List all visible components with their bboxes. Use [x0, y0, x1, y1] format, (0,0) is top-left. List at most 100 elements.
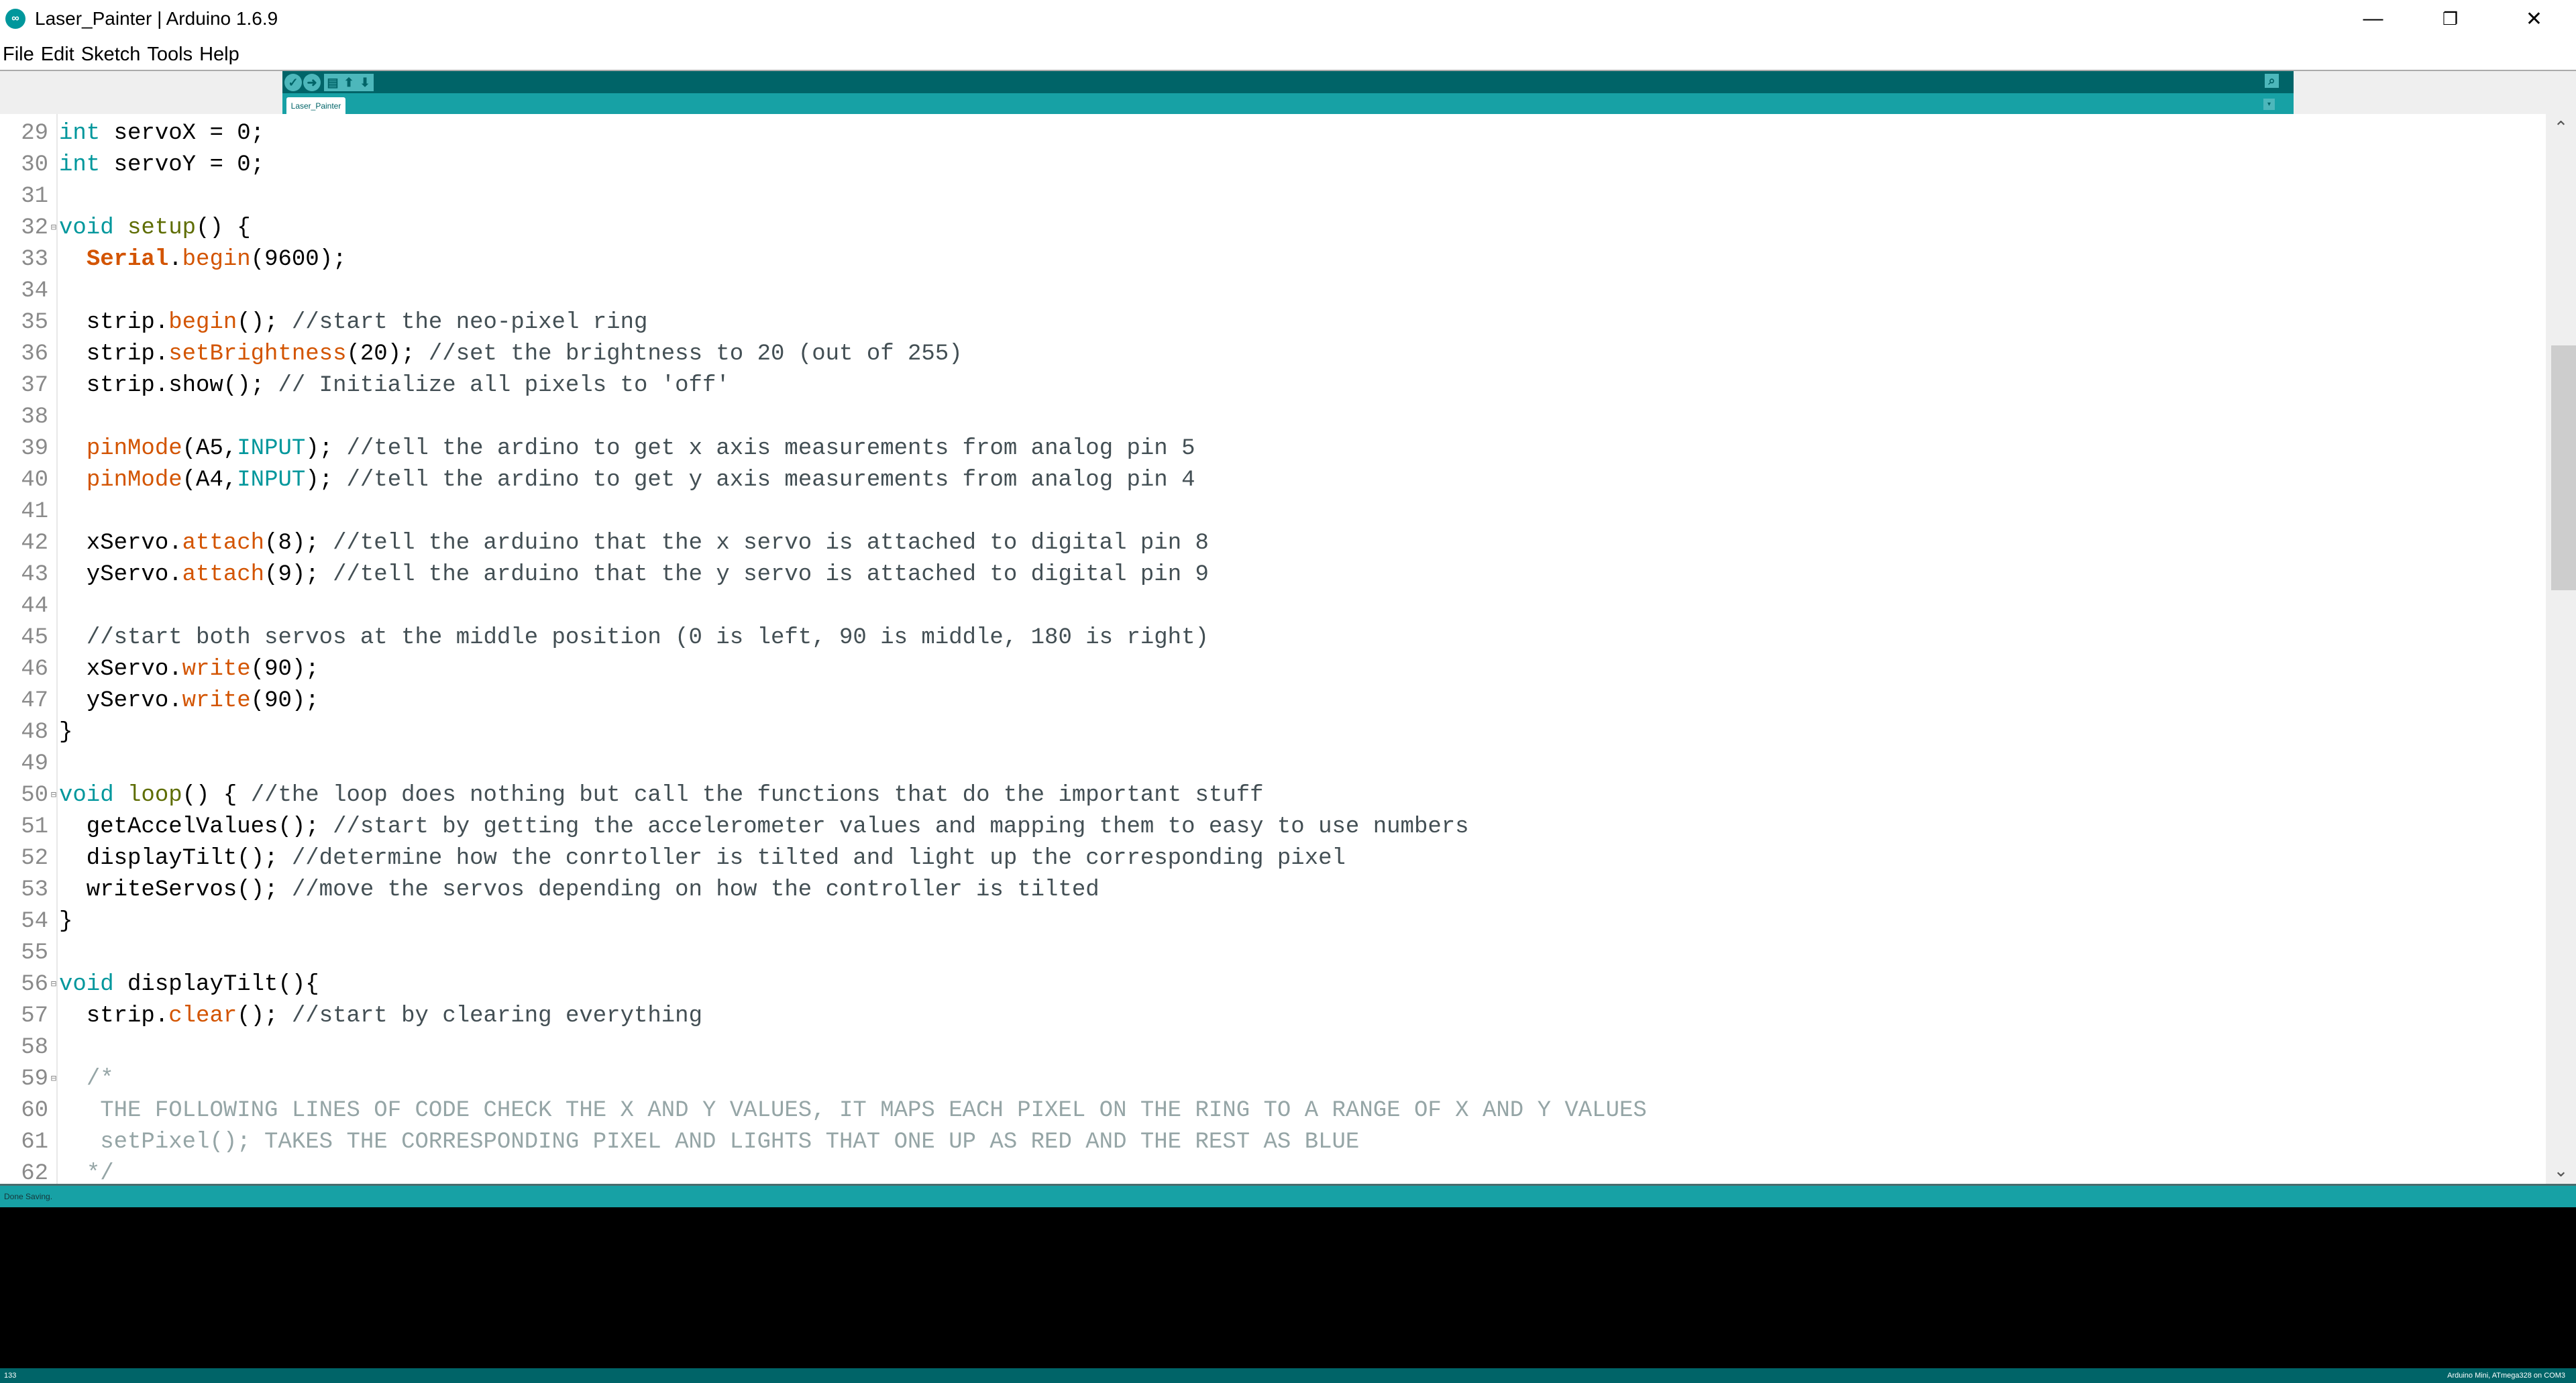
comment: //tell the arduino that the y servo is a… — [333, 561, 1209, 588]
code-line[interactable]: 47 yServo.write(90); — [0, 685, 2546, 716]
keyword: void — [59, 782, 114, 808]
function-name: pinMode — [86, 467, 182, 493]
scroll-down-arrow-icon[interactable]: ⌄ — [2546, 1157, 2576, 1184]
code-line[interactable]: 58 — [0, 1032, 2546, 1063]
tab-laser-painter[interactable]: Laser_Painter — [286, 97, 345, 114]
minimize-button[interactable]: — — [2334, 0, 2412, 38]
menu-sketch[interactable]: Sketch — [81, 44, 141, 66]
code-line[interactable]: 31 — [0, 180, 2546, 212]
code-line[interactable]: 42 xServo.attach(8); //tell the arduino … — [0, 527, 2546, 559]
serial-monitor-button[interactable]: ⌕ — [2265, 74, 2279, 88]
line-number: 54 — [21, 908, 48, 934]
code-content: strip.clear(); //start by clearing every… — [59, 1003, 702, 1029]
line-number: 60 — [21, 1097, 48, 1123]
function-name: write — [182, 656, 251, 682]
code-editor[interactable]: 29 int servoX = 0; 30 int servoY = 0; 31 32 ⊟ v… — [0, 114, 2546, 1184]
code-text: . — [168, 246, 182, 272]
code-line[interactable]: 53 writeServos(); //move the servos depe… — [0, 874, 2546, 905]
code-line[interactable]: 44 — [0, 590, 2546, 622]
code-line[interactable]: 59 ⊟ /* — [0, 1063, 2546, 1095]
new-button[interactable]: ▤ — [324, 74, 341, 91]
code-line[interactable]: 36 strip.setBrightness(20); //set the br… — [0, 338, 2546, 370]
status-bar: Done Saving. — [0, 1184, 2576, 1207]
code-content: xServo.write(90); — [59, 657, 319, 682]
code-line[interactable]: 54} — [0, 905, 2546, 937]
restore-button[interactable]: ❐ — [2412, 0, 2489, 38]
board-port-indicator: Arduino Mini, ATmega328 on COM3 — [2447, 1372, 2565, 1380]
code-line[interactable]: 56 ⊟ void displayTilt(){ — [0, 969, 2546, 1000]
code-line[interactable]: 38 — [0, 401, 2546, 433]
code-line[interactable]: 34 — [0, 275, 2546, 307]
code-line[interactable]: 46 xServo.write(90); — [0, 653, 2546, 685]
code-line[interactable]: 40 pinMode(A4,INPUT); //tell the ardino … — [0, 464, 2546, 496]
vertical-scrollbar[interactable]: ⌃ ⌄ — [2546, 114, 2576, 1184]
verify-button[interactable]: ✓ — [284, 74, 302, 91]
scrollbar-thumb[interactable] — [2551, 345, 2576, 590]
code-text: } — [59, 908, 73, 934]
code-text: (90); — [250, 656, 319, 682]
code-line[interactable]: 55 — [0, 937, 2546, 969]
line-number: 57 — [21, 1003, 48, 1029]
code-line[interactable]: 57 strip.clear(); //start by clearing ev… — [0, 1000, 2546, 1032]
line-number: 62 — [21, 1160, 48, 1184]
code-content: int servoY = 0; — [59, 152, 264, 178]
code-text: () { — [182, 782, 251, 808]
line-number: 34 — [21, 278, 48, 304]
tab-menu-button[interactable]: ▾ — [2263, 99, 2275, 110]
code-line[interactable]: 52 displayTilt(); //determine how the co… — [0, 842, 2546, 874]
code-text: (); — [237, 1003, 292, 1029]
keyword: int — [59, 152, 101, 178]
code-line[interactable]: 41 — [0, 496, 2546, 527]
code-text: yServo. — [59, 561, 182, 588]
code-content: displayTilt(); //determine how the conrt… — [59, 846, 1346, 871]
code-line[interactable]: 62 */ — [0, 1158, 2546, 1184]
code-content: int servoX = 0; — [59, 121, 264, 146]
line-number: 61 — [21, 1129, 48, 1155]
code-content: getAccelValues(); //start by getting the… — [59, 814, 1469, 840]
code-line[interactable]: 45 //start both servos at the middle pos… — [0, 622, 2546, 653]
code-line[interactable]: 60 THE FOLLOWING LINES OF CODE CHECK THE… — [0, 1095, 2546, 1126]
code-line[interactable]: 35 strip.begin(); //start the neo-pixel … — [0, 307, 2546, 338]
code-line[interactable]: 32 ⊟ void setup() { — [0, 212, 2546, 243]
line-number: 52 — [21, 845, 48, 871]
code-line[interactable]: 51 getAccelValues(); //start by getting … — [0, 811, 2546, 842]
console-output[interactable] — [0, 1207, 2576, 1368]
menu-help[interactable]: Help — [199, 44, 239, 66]
code-line[interactable]: 33 Serial.begin(9600); — [0, 243, 2546, 275]
code-text: (A4, — [182, 467, 237, 493]
code-line[interactable]: 50 ⊟ void loop() { //the loop does nothing… — [0, 779, 2546, 811]
code-line[interactable]: 37 strip.show(); // Initialize all pixel… — [0, 370, 2546, 401]
open-button[interactable]: ⬆ — [340, 74, 358, 91]
code-line[interactable]: 29 int servoX = 0; — [0, 117, 2546, 149]
code-line[interactable]: 43 yServo.attach(9); //tell the arduino … — [0, 559, 2546, 590]
menu-edit[interactable]: Edit — [41, 44, 74, 66]
code-line[interactable]: 61 setPixel(); TAKES THE CORRESPONDING P… — [0, 1126, 2546, 1158]
close-button[interactable]: ✕ — [2496, 0, 2573, 38]
menu-tools[interactable]: Tools — [147, 44, 193, 66]
code-text: strip. — [59, 341, 169, 367]
code-line[interactable]: 30 int servoY = 0; — [0, 149, 2546, 180]
upload-button[interactable]: ➜ — [303, 74, 321, 91]
line-number: 46 — [21, 656, 48, 682]
code-text: xServo. — [59, 530, 182, 556]
code-content: writeServos(); //move the servos dependi… — [59, 877, 1099, 903]
function-name: attach — [182, 561, 265, 588]
comment: //tell the ardino to get x axis measurem… — [346, 435, 1195, 461]
code-line[interactable]: 49 — [0, 748, 2546, 779]
code-line[interactable]: 48} — [0, 716, 2546, 748]
save-button[interactable]: ⬇ — [356, 74, 374, 91]
code-content: THE FOLLOWING LINES OF CODE CHECK THE X … — [59, 1098, 1647, 1123]
scroll-up-arrow-icon[interactable]: ⌃ — [2546, 114, 2576, 141]
code-line[interactable]: 39 pinMode(A5,INPUT); //tell the ardino … — [0, 433, 2546, 464]
comment: //tell the ardino to get y axis measurem… — [346, 467, 1195, 493]
code-content: } — [59, 909, 72, 934]
menu-file[interactable]: File — [3, 44, 34, 66]
code-text: servoX = 0; — [100, 120, 265, 146]
code-text: (90); — [250, 687, 319, 714]
code-content: pinMode(A5,INPUT); //tell the ardino to … — [59, 436, 1195, 461]
code-text: () { — [196, 215, 251, 241]
lifecycle-function: loop — [127, 782, 182, 808]
